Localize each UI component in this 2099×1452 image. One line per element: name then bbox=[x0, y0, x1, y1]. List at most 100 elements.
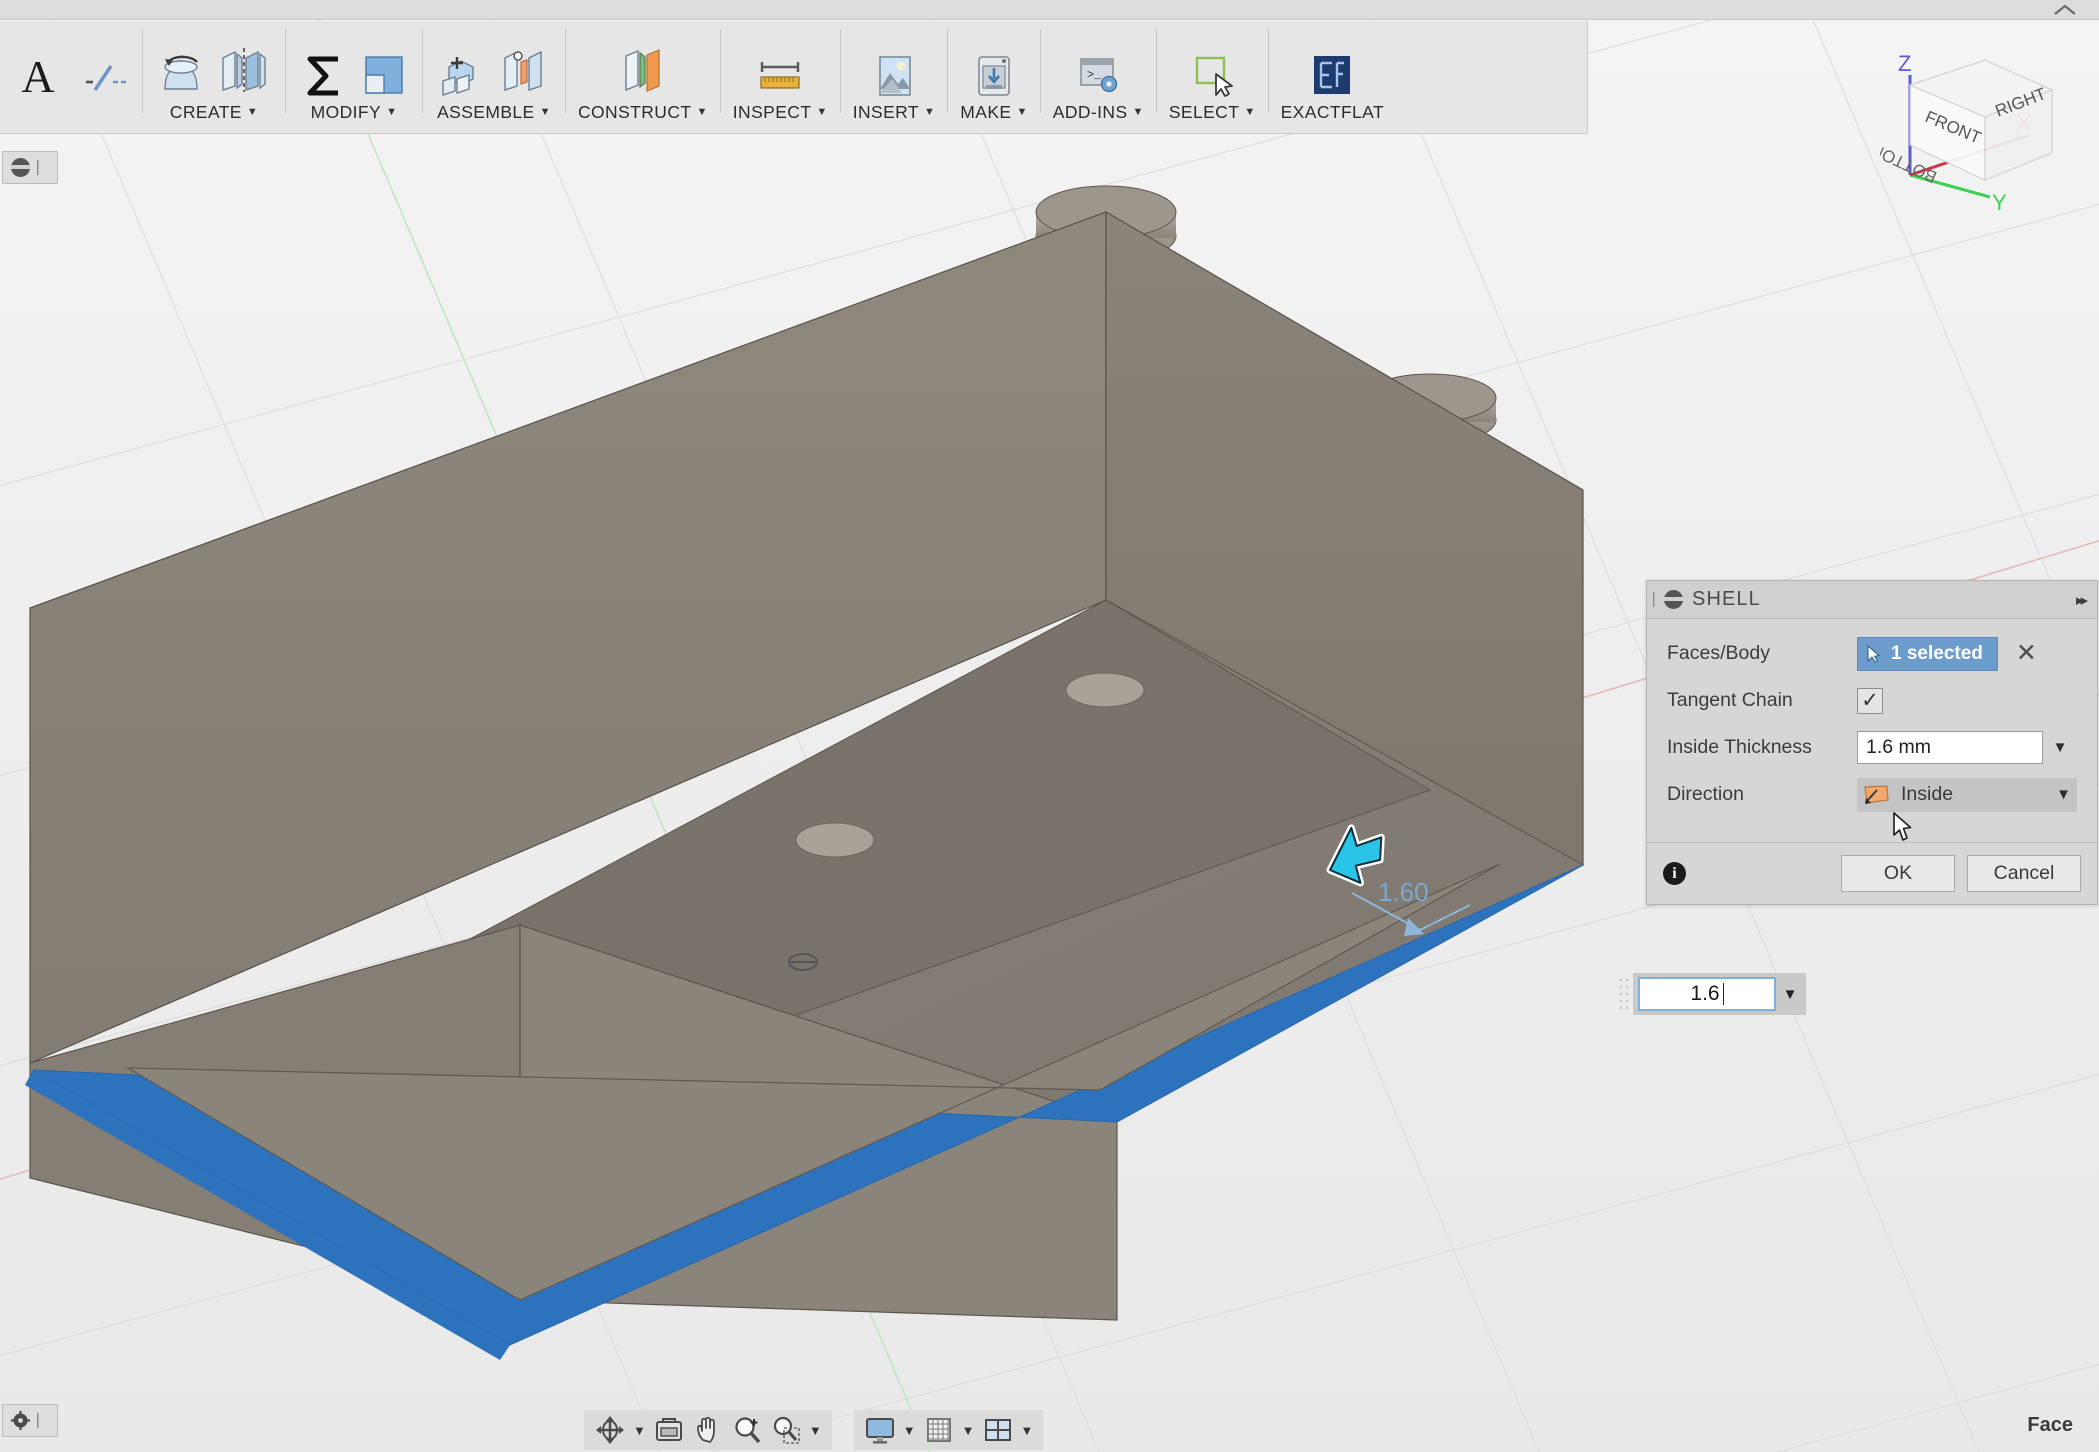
ribbon-group-label[interactable]: MAKE ▼ bbox=[960, 102, 1028, 134]
orbit-dropdown-icon[interactable]: ▼ bbox=[633, 1423, 646, 1438]
chevron-down-icon: ▼ bbox=[1244, 106, 1256, 118]
ribbon-collapse-button[interactable] bbox=[2045, 0, 2085, 20]
ribbon-group-assemble: ASSEMBLE ▼ bbox=[423, 21, 565, 134]
orbit-icon[interactable] bbox=[594, 1414, 626, 1446]
new-component-icon[interactable] bbox=[435, 49, 487, 101]
viewports-dropdown-icon[interactable]: ▼ bbox=[1021, 1423, 1034, 1438]
dialog-title: SHELL bbox=[1692, 588, 1761, 610]
selection-arrow-icon bbox=[1867, 644, 1881, 663]
chevron-down-icon: ▼ bbox=[816, 106, 828, 118]
chevron-down-icon: ▼ bbox=[1016, 106, 1028, 118]
ribbon-group-label[interactable]: ASSEMBLE ▼ bbox=[437, 102, 551, 134]
viewports-icon[interactable] bbox=[982, 1414, 1014, 1446]
inline-input-dropdown-icon[interactable]: ▼ bbox=[1776, 973, 1804, 1015]
mirror-icon[interactable] bbox=[215, 44, 273, 101]
shell-icon[interactable] bbox=[358, 49, 410, 101]
inside-thickness-dropdown-icon[interactable]: ▼ bbox=[2043, 731, 2077, 764]
drag-dots-icon[interactable] bbox=[1617, 976, 1633, 1012]
dimension-label: 1.60 bbox=[1378, 877, 1429, 907]
ribbon-toolbar: A CREATE ▼ MODIFY ▼ ASSEMBLE ▼ CONSTRUCT… bbox=[0, 21, 1588, 134]
navigation-bar: ▼ ▼ ▼ ▼ ▼ bbox=[584, 1410, 1044, 1450]
ribbon-group-label[interactable]: MODIFY ▼ bbox=[311, 102, 398, 134]
ribbon-group-label[interactable]: SELECT ▼ bbox=[1169, 102, 1256, 134]
tangent-chain-checkbox[interactable]: ✓ bbox=[1857, 687, 1883, 714]
sigma-icon[interactable] bbox=[298, 49, 350, 101]
shell-dialog: SHELL ▸▸ Faces/Body 1 selected ✕ Tangent… bbox=[1646, 580, 2098, 905]
ribbon-group-exactflat: EXACTFLAT bbox=[1269, 21, 1396, 134]
inline-input-value: 1.6 bbox=[1690, 982, 1720, 1005]
view-cube[interactable]: Z Y X FRONT RIGHT BOTTOM bbox=[1866, 45, 2090, 215]
faces-body-selection-chip[interactable]: 1 selected bbox=[1857, 636, 1998, 671]
dialog-header[interactable]: SHELL ▸▸ bbox=[1647, 581, 2097, 619]
drag-grip[interactable] bbox=[37, 1413, 39, 1428]
shell-marking-menu-tab[interactable] bbox=[2, 151, 58, 184]
cancel-button[interactable]: Cancel bbox=[1967, 855, 2081, 892]
insert-image-icon[interactable] bbox=[868, 49, 920, 101]
group-label-text: EXACTFLAT bbox=[1280, 102, 1385, 122]
navbar-group-display: ▼ ▼ ▼ bbox=[853, 1410, 1044, 1450]
faces-body-label: Faces/Body bbox=[1667, 642, 1770, 664]
ribbon-group-label[interactable]: ADD-INS ▼ bbox=[1053, 102, 1144, 134]
text-tool-icon[interactable]: A bbox=[12, 52, 64, 104]
inside-thickness-control: 1.6 mm ▼ bbox=[1857, 731, 2077, 764]
grid-snaps-dropdown-icon[interactable]: ▼ bbox=[962, 1423, 975, 1438]
revolve-icon[interactable] bbox=[155, 49, 207, 101]
zoom-icon[interactable] bbox=[731, 1414, 763, 1446]
group-label-text: INSPECT bbox=[732, 102, 812, 122]
row-direction: Direction Inside ▼ bbox=[1647, 771, 2097, 818]
3d-print-icon[interactable] bbox=[968, 49, 1020, 101]
ribbon-group-construct: CONSTRUCT ▼ bbox=[566, 21, 720, 134]
measure-icon[interactable] bbox=[754, 49, 806, 101]
group-label-text: INSERT bbox=[852, 102, 919, 122]
ribbon-group-label[interactable]: INSERT ▼ bbox=[853, 102, 936, 134]
direction-dropdown-icon[interactable]: ▼ bbox=[2056, 786, 2071, 803]
ribbon-group-label[interactable]: EXACTFLAT bbox=[1281, 102, 1384, 134]
construction-line-icon[interactable] bbox=[80, 52, 132, 104]
ribbon-group-label[interactable]: INSPECT ▼ bbox=[733, 102, 828, 134]
chevron-down-icon: ▼ bbox=[1132, 106, 1144, 118]
row-tangent-chain: Tangent Chain ✓ bbox=[1647, 677, 2097, 724]
inside-thickness-input[interactable]: 1.6 mm bbox=[1857, 731, 2043, 764]
axis-label-z: Z bbox=[1898, 51, 1911, 76]
display-settings-dropdown-icon[interactable]: ▼ bbox=[903, 1423, 916, 1438]
text-caret bbox=[1722, 983, 1724, 1005]
fit-dropdown-icon[interactable]: ▼ bbox=[809, 1423, 822, 1438]
group-label-text: CONSTRUCT bbox=[578, 102, 692, 122]
direction-value: Inside bbox=[1901, 783, 1954, 805]
faces-body-chip-text: 1 selected bbox=[1891, 642, 1983, 664]
fit-icon[interactable] bbox=[770, 1414, 802, 1446]
ribbon-group-create: CREATE ▼ bbox=[143, 21, 285, 134]
dialog-drag-grip[interactable] bbox=[1653, 592, 1655, 607]
group-label-text: MAKE bbox=[960, 102, 1012, 122]
direction-dropdown[interactable]: Inside ▼ bbox=[1857, 777, 2077, 812]
look-at-icon[interactable] bbox=[653, 1414, 685, 1446]
status-bar-selection-filter[interactable]: Face bbox=[2027, 1414, 2073, 1437]
group-label-text: SELECT bbox=[1168, 102, 1240, 122]
ok-button[interactable]: OK bbox=[1841, 855, 1955, 892]
thickness-inline-input[interactable]: 1.6 bbox=[1638, 977, 1776, 1011]
origin-marking-menu-tab[interactable] bbox=[2, 1404, 58, 1437]
inside-thickness-label: Inside Thickness bbox=[1667, 736, 1812, 758]
scripts-addins-icon[interactable]: >_ bbox=[1072, 49, 1124, 101]
thickness-inline-input-group: 1.6 ▼ bbox=[1617, 973, 1806, 1015]
row-inside-thickness: Inside Thickness 1.6 mm ▼ bbox=[1647, 724, 2097, 771]
row-faces-body: Faces/Body 1 selected ✕ bbox=[1647, 630, 2097, 677]
dialog-body: Faces/Body 1 selected ✕ Tangent Chain ✓ … bbox=[1647, 619, 2097, 842]
svg-text:A: A bbox=[21, 52, 54, 102]
info-icon[interactable]: i bbox=[1663, 862, 1686, 885]
display-settings-icon[interactable] bbox=[864, 1414, 896, 1446]
ribbon-group-label[interactable]: CONSTRUCT ▼ bbox=[578, 102, 708, 134]
ribbon-sketch-tools: A bbox=[0, 21, 142, 134]
grid-snaps-icon[interactable] bbox=[923, 1414, 955, 1446]
pan-icon[interactable] bbox=[692, 1414, 724, 1446]
select-cursor-icon[interactable] bbox=[1186, 49, 1238, 101]
inline-input-frame: 1.6 ▼ bbox=[1633, 973, 1806, 1015]
expand-icon[interactable]: ▸▸ bbox=[2076, 591, 2088, 609]
chevron-down-icon: ▼ bbox=[539, 106, 551, 118]
joint-icon[interactable] bbox=[495, 44, 553, 101]
offset-plane-icon[interactable] bbox=[614, 44, 672, 101]
drag-grip[interactable] bbox=[37, 160, 39, 175]
exactflat-icon[interactable] bbox=[1306, 49, 1358, 101]
ribbon-group-label[interactable]: CREATE ▼ bbox=[170, 102, 258, 134]
clear-selection-button[interactable]: ✕ bbox=[2016, 641, 2037, 665]
